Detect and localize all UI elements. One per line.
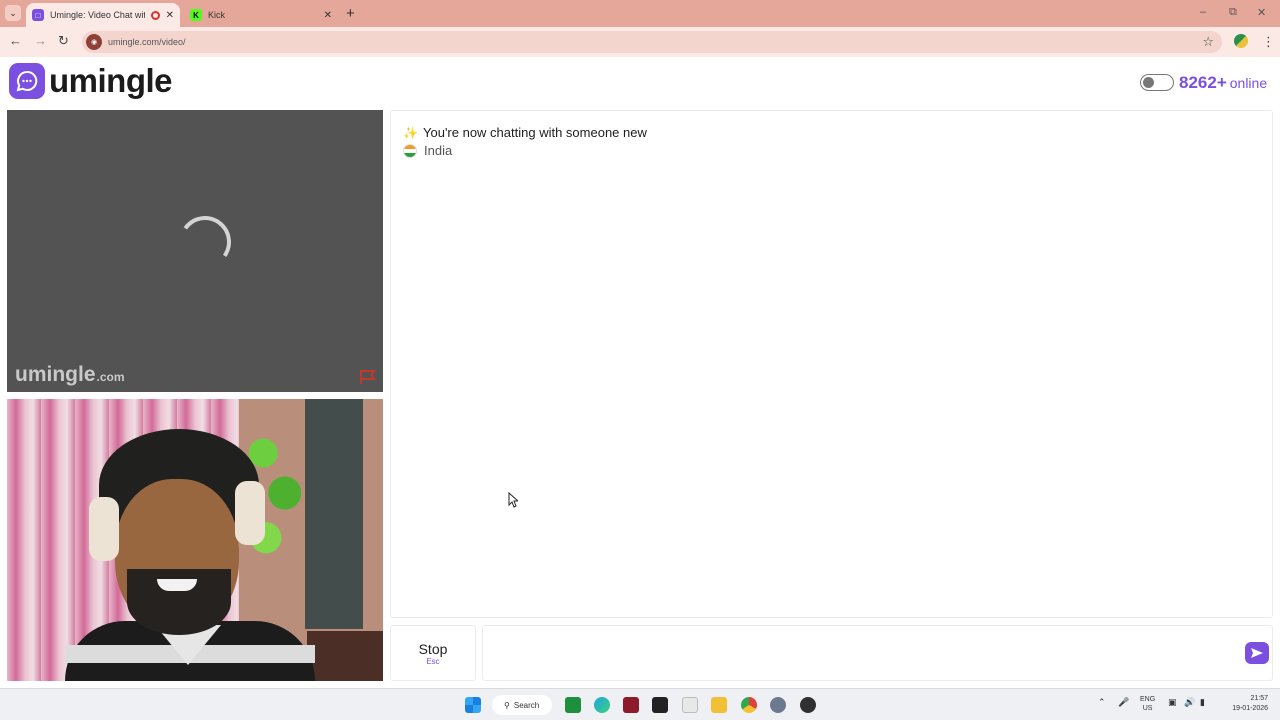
india-flag-icon [403, 143, 417, 158]
person-smile [157, 579, 197, 591]
tab-umingle[interactable]: □ Umingle: Video Chat with S ✕ [26, 3, 180, 27]
mouse-cursor-icon [508, 492, 518, 508]
notepad-icon[interactable] [682, 697, 698, 713]
browser-tab-strip: ⌄ □ Umingle: Video Chat with S ✕ K Kick … [0, 0, 1280, 27]
new-tab-plus-icon[interactable]: + [346, 5, 355, 22]
online-count: 8262+ [1179, 73, 1227, 92]
online-counter: 8262+ online [1179, 73, 1267, 93]
browser-menu-icon[interactable]: ⋮ [1262, 34, 1275, 50]
send-arrow-icon [1251, 648, 1263, 658]
stop-button[interactable]: Stop Esc [390, 625, 476, 681]
tab-title: Kick [208, 10, 226, 20]
obs-studio-icon[interactable] [800, 697, 816, 713]
clock-date: 19-01-2026 [1232, 705, 1268, 712]
region-code: US [1142, 705, 1153, 712]
stranger-country: India [403, 143, 452, 158]
windows-taskbar: ⚲ Search ⌃ 🎤 ENG US ▣ 🔊 ▮ 21:57 19-01-20… [0, 688, 1280, 720]
app-red-icon[interactable] [623, 697, 639, 713]
microphone-icon[interactable]: 🎤 [1118, 697, 1129, 708]
webcam-background-furniture [307, 631, 383, 681]
minimize-window-icon[interactable]: – [1200, 6, 1206, 18]
loading-spinner-icon [174, 211, 236, 273]
stop-shortcut-hint: Esc [426, 656, 440, 666]
xbox-app-icon[interactable] [565, 697, 581, 713]
epic-games-icon[interactable] [652, 697, 668, 713]
search-icon: ⚲ [504, 700, 510, 710]
battery-icon[interactable]: ▮ [1200, 697, 1205, 708]
tab-search-chevron-icon[interactable]: ⌄ [5, 5, 21, 21]
forward-arrow-icon[interactable]: → [34, 33, 47, 48]
clock-time: 21:57 [1250, 695, 1268, 702]
file-explorer-icon[interactable] [711, 697, 727, 713]
system-clock[interactable]: 21:57 19-01-2026 [1224, 694, 1268, 714]
chrome-browser-icon[interactable] [741, 697, 757, 713]
taskbar-search-label: Search [513, 700, 540, 710]
restore-window-icon[interactable]: ⧉ [1229, 6, 1237, 19]
url-text: umingle.com/video/ [108, 37, 186, 47]
volume-icon[interactable]: 🔊 [1184, 697, 1195, 708]
edge-browser-icon[interactable] [594, 697, 610, 713]
tray-chevron-up-icon[interactable]: ⌃ [1098, 697, 1106, 708]
chat-log-panel[interactable]: ✨ You're now chatting with someone new I… [390, 110, 1273, 618]
theme-toggle[interactable] [1140, 74, 1174, 91]
watermark-suffix: .com [96, 370, 125, 384]
close-tab-icon[interactable]: ✕ [324, 10, 332, 21]
country-name: India [424, 143, 453, 158]
message-input[interactable] [491, 634, 1231, 672]
network-icon[interactable]: ▣ [1168, 697, 1177, 708]
umingle-logo-icon[interactable] [9, 63, 45, 99]
recording-indicator-icon [150, 10, 160, 20]
headphone-right [235, 481, 265, 545]
language-code: ENG [1140, 696, 1156, 703]
reload-icon[interactable]: ↻ [58, 33, 69, 49]
site-logo-text[interactable]: umingle [49, 62, 173, 100]
send-button[interactable] [1245, 642, 1269, 664]
system-message: ✨ You're now chatting with someone new [403, 125, 647, 140]
self-webcam-video [7, 399, 383, 681]
tab-title: Umingle: Video Chat with S [50, 10, 145, 20]
close-window-icon[interactable]: ✕ [1257, 6, 1266, 19]
input-language[interactable]: ENG US [1140, 695, 1155, 713]
bookmark-star-icon[interactable]: ☆ [1202, 34, 1214, 50]
stranger-video-panel: umingle.com [7, 110, 383, 392]
system-message-text: You're now chatting with someone new [423, 125, 647, 140]
back-arrow-icon[interactable]: ← [9, 33, 22, 48]
watermark-text: umingle [15, 363, 96, 386]
video-watermark: umingle.com [15, 363, 125, 387]
close-tab-icon[interactable]: ✕ [166, 10, 174, 21]
toggle-knob [1143, 77, 1154, 88]
message-composer [482, 625, 1273, 681]
browser-toolbar: ← → ↻ ◉ umingle.com/video/ ☆ [0, 27, 1280, 57]
start-menu-icon[interactable] [465, 697, 481, 713]
headphone-left [89, 497, 119, 561]
tab-kick[interactable]: K Kick ✕ [184, 3, 338, 27]
settings-gear-icon[interactable] [770, 697, 786, 713]
umingle-favicon-icon: □ [32, 9, 44, 21]
address-bar[interactable]: ◉ umingle.com/video/ ☆ [82, 31, 1222, 53]
sparkle-icon: ✨ [403, 125, 418, 140]
kick-favicon-icon: K [190, 9, 202, 21]
report-flag-icon[interactable] [359, 369, 377, 385]
online-label: online [1229, 75, 1268, 91]
site-info-icon[interactable]: ◉ [86, 34, 102, 50]
profile-avatar[interactable] [1234, 34, 1248, 48]
taskbar-search[interactable]: ⚲ Search [492, 695, 552, 715]
webcam-person [65, 429, 315, 681]
stop-button-label: Stop [418, 640, 448, 657]
